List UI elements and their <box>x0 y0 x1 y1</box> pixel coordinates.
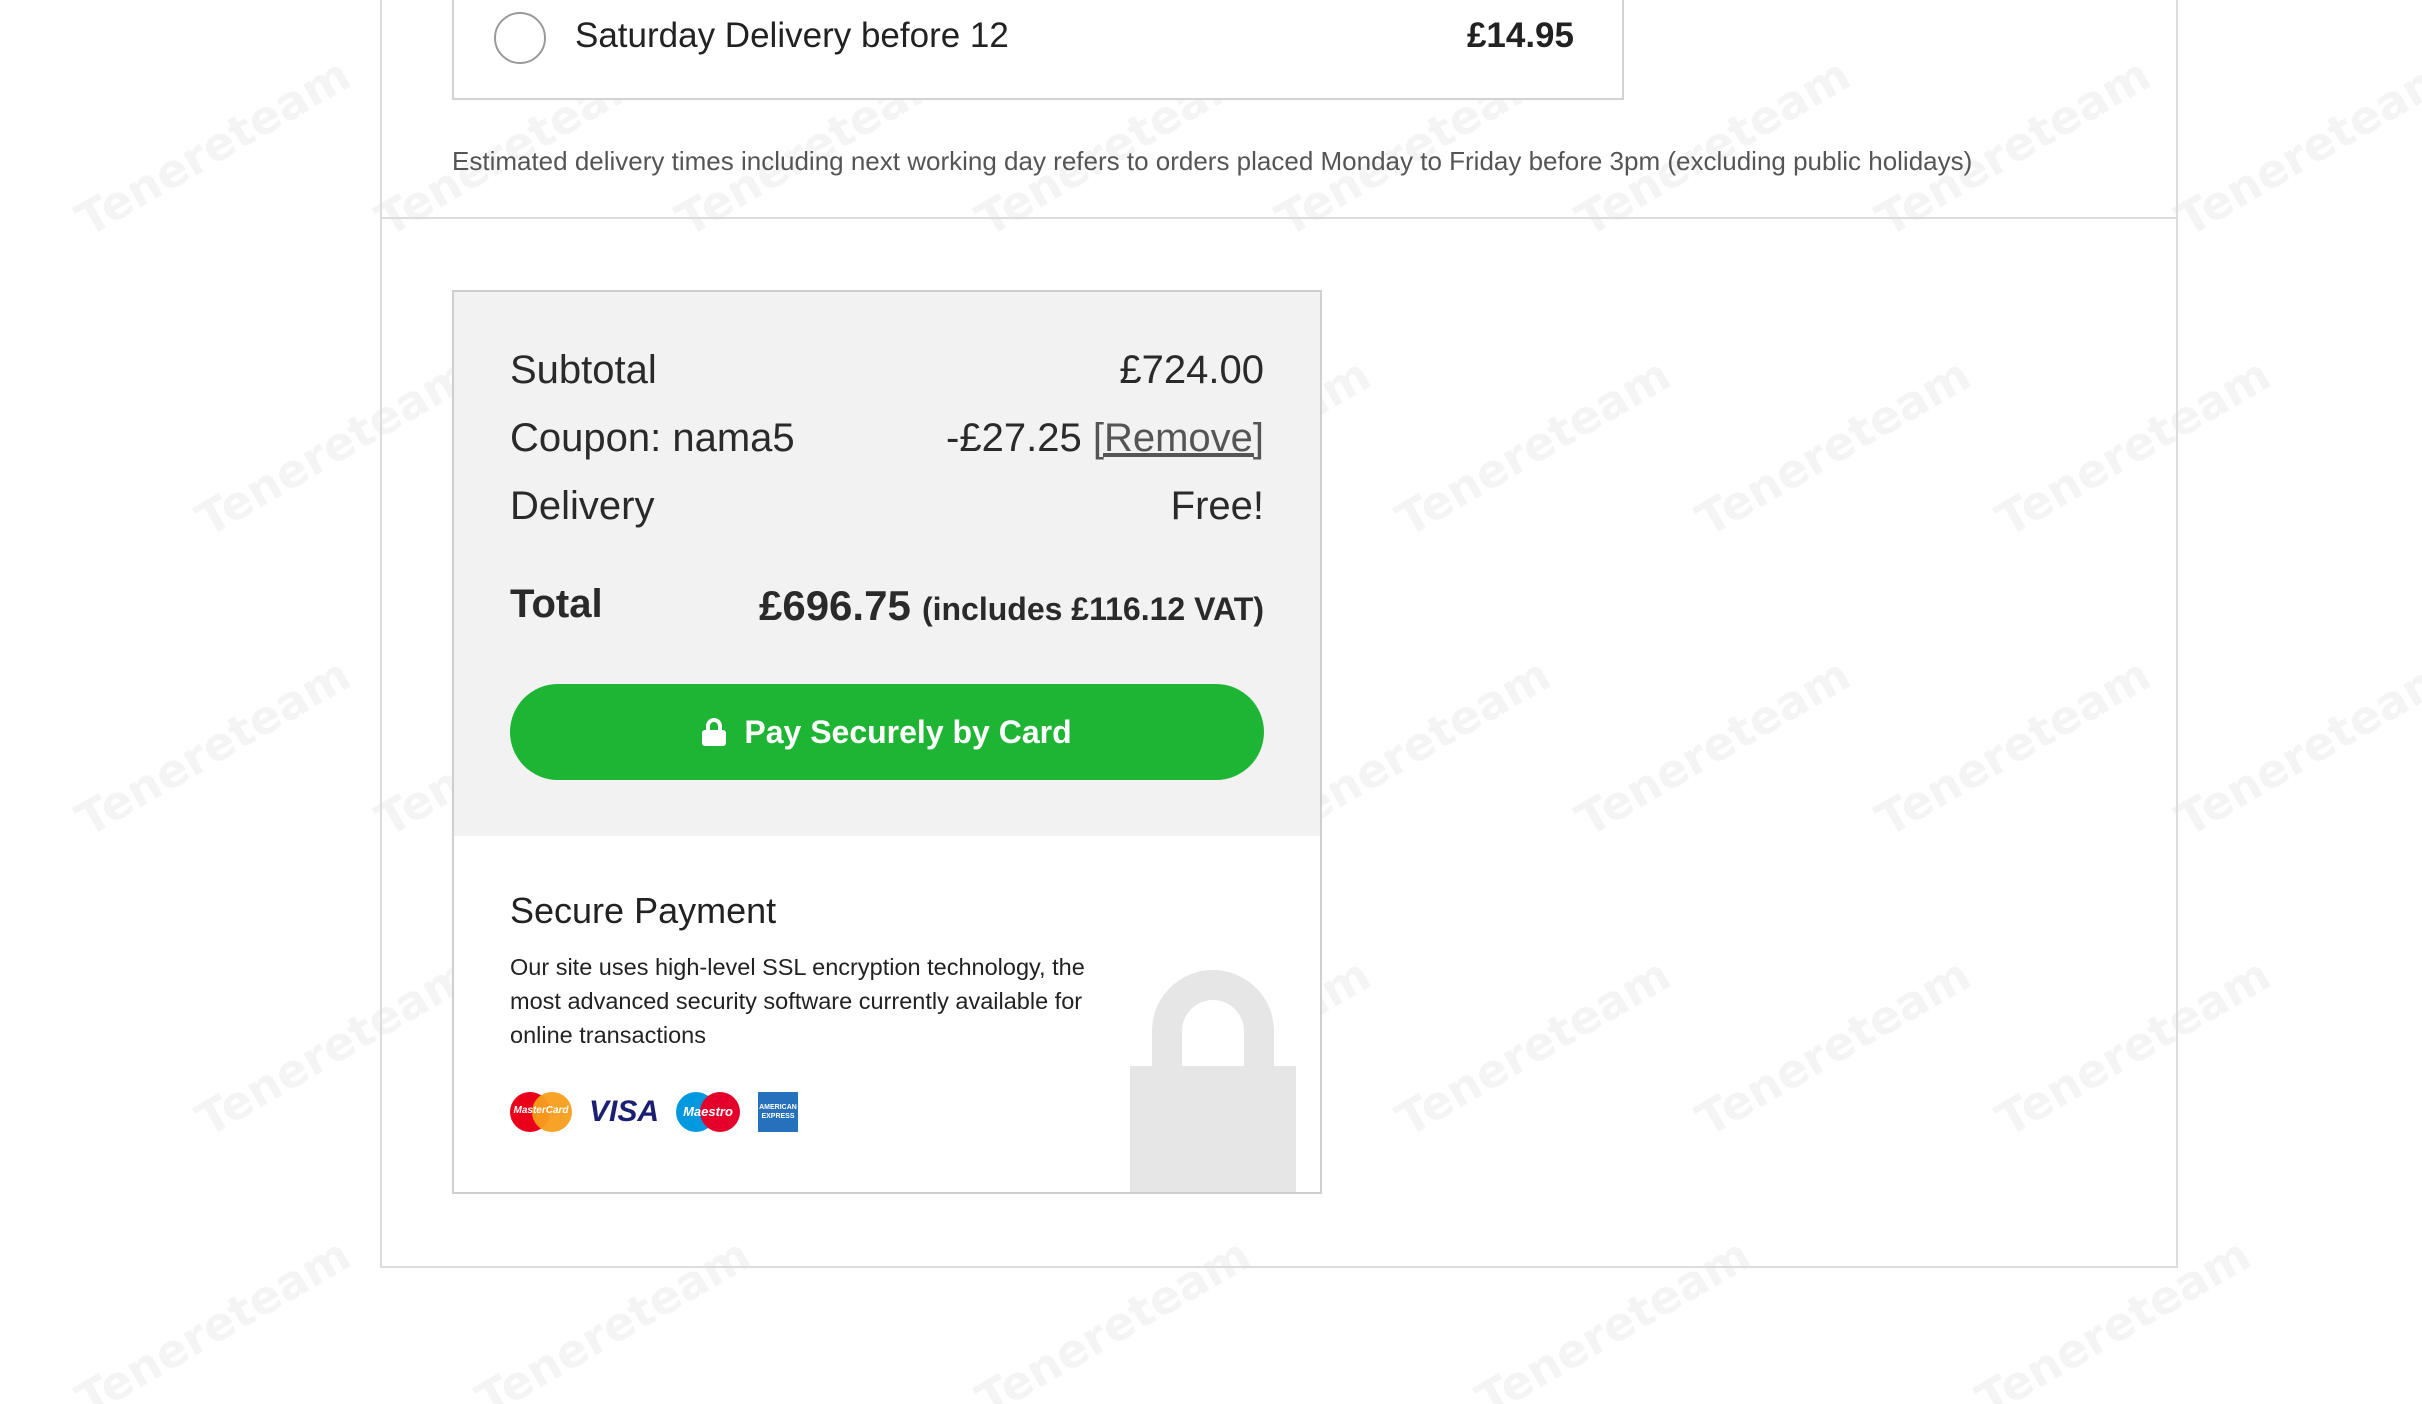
remove-coupon-link[interactable]: [Remove] <box>1093 416 1264 460</box>
maestro-icon: Maestro <box>676 1092 740 1132</box>
subtotal-value: £724.00 <box>1119 348 1264 392</box>
secure-payment-description: Our site uses high-level SSL encryption … <box>510 954 1085 1048</box>
shipping-option-label: Saturday Delivery before 12 <box>575 16 1009 55</box>
section-divider <box>380 217 2178 219</box>
watermark: Tenereteam <box>67 1227 359 1404</box>
coupon-amount: -£27.25 [Remove] <box>946 416 1264 461</box>
shipping-option-price: £14.95 <box>1466 16 1574 55</box>
payment-card-logos: MasterCard VISA Maestro AMERICAN EXPRESS <box>510 1090 816 1134</box>
order-totals: Subtotal £724.00 Coupon: nama5 -£27.25 [… <box>454 292 1320 836</box>
delivery-note: Estimated delivery times including next … <box>452 146 1973 176</box>
watermark: Tenereteam <box>2167 47 2422 247</box>
subtotal-label: Subtotal <box>510 348 657 392</box>
delivery-label: Delivery <box>510 484 655 528</box>
coupon-value: -£27.25 <box>946 416 1082 460</box>
padlock-icon <box>1130 970 1296 1192</box>
coupon-label: Coupon: nama5 <box>510 416 795 460</box>
total-amount: £696.75 (includes £116.12 VAT) <box>759 582 1264 630</box>
total-value: £696.75 <box>758 582 911 629</box>
delivery-row: Delivery Free! <box>510 484 1264 540</box>
coupon-row: Coupon: nama5 -£27.25 [Remove] <box>510 416 1264 472</box>
mastercard-icon: MasterCard <box>510 1092 572 1132</box>
total-label: Total <box>510 582 603 626</box>
shipping-option-saturday[interactable]: Saturday Delivery before 12 £14.95 <box>452 0 1624 100</box>
delivery-value: Free! <box>1170 484 1264 528</box>
subtotal-row: Subtotal £724.00 <box>510 348 1264 404</box>
watermark: Tenereteam <box>67 47 359 247</box>
pay-securely-button[interactable]: Pay Securely by Card <box>510 684 1264 780</box>
vat-note: (includes £116.12 VAT) <box>921 591 1264 627</box>
total-row: Total £696.75 (includes £116.12 VAT) <box>510 582 1264 638</box>
order-summary: Subtotal £724.00 Coupon: nama5 -£27.25 [… <box>452 290 1322 1194</box>
lock-icon <box>702 718 727 746</box>
visa-icon: VISA <box>588 1095 660 1128</box>
pay-button-label: Pay Securely by Card <box>744 713 1072 750</box>
shipping-radio[interactable] <box>494 12 546 64</box>
watermark: Tenereteam <box>2167 647 2422 847</box>
secure-payment-title: Secure Payment <box>510 890 777 931</box>
amex-icon: AMERICAN EXPRESS <box>758 1092 798 1132</box>
watermark: Tenereteam <box>67 647 359 847</box>
